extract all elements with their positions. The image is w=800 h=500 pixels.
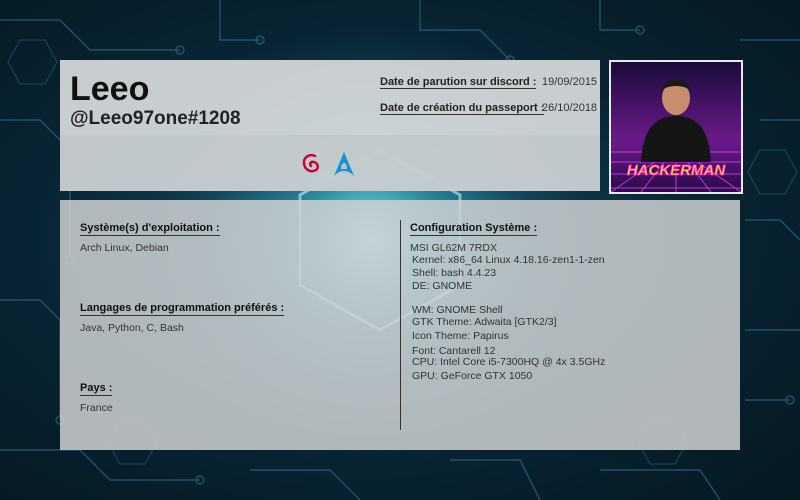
config-line: GTK Theme: Adwaita [GTK2/3] — [412, 316, 557, 328]
arch-linux-icon — [334, 152, 354, 176]
column-divider — [400, 220, 401, 430]
config-line: Icon Theme: Papirus — [412, 330, 509, 342]
hackerman-avatar-image: HACKERMAN — [611, 62, 741, 192]
country-section-title: Pays : — [80, 382, 113, 396]
passport-date-label: Date de création du passeport : — [380, 102, 545, 115]
profile-name: Leeo — [70, 70, 150, 108]
avatar-caption: HACKERMAN — [627, 162, 726, 179]
config-line: Shell: bash 4.4.23 — [412, 267, 497, 279]
os-section-value: Arch Linux, Debian — [80, 242, 169, 254]
profile-handle: @Leeo97one#1208 — [70, 108, 241, 129]
os-icons-strip — [60, 135, 600, 191]
passport-date-value: 26/10/2018 — [542, 102, 598, 114]
avatar: HACKERMAN — [609, 60, 743, 194]
os-section-title: Système(s) d'exploitation : — [80, 222, 220, 236]
config-section-title: Configuration Système : — [410, 222, 538, 236]
config-line: CPU: Intel Core i5-7300HQ @ 4x 3.5GHz — [412, 356, 606, 368]
discord-date-label: Date de parution sur discord : — [380, 76, 537, 89]
debian-icon — [302, 153, 319, 173]
config-line: DE: GNOME — [412, 280, 473, 292]
discord-date-value: 19/09/2015 — [542, 76, 598, 88]
profile-details-card: Système(s) d'exploitation : Arch Linux, … — [60, 200, 740, 450]
config-line: MSI GL62M 7RDX — [410, 242, 497, 254]
config-line: WM: GNOME Shell — [412, 304, 503, 316]
config-line: Kernel: x86_64 Linux 4.18.16-zen1-1-zen — [412, 254, 605, 266]
config-line: GPU: GeForce GTX 1050 — [412, 370, 533, 382]
languages-section-value: Java, Python, C, Bash — [80, 322, 184, 334]
country-section-value: France — [80, 402, 113, 414]
languages-section-title: Langages de programmation préférés : — [80, 302, 285, 316]
profile-header-card: Leeo @Leeo97one#1208 Date de parution su… — [60, 60, 600, 191]
